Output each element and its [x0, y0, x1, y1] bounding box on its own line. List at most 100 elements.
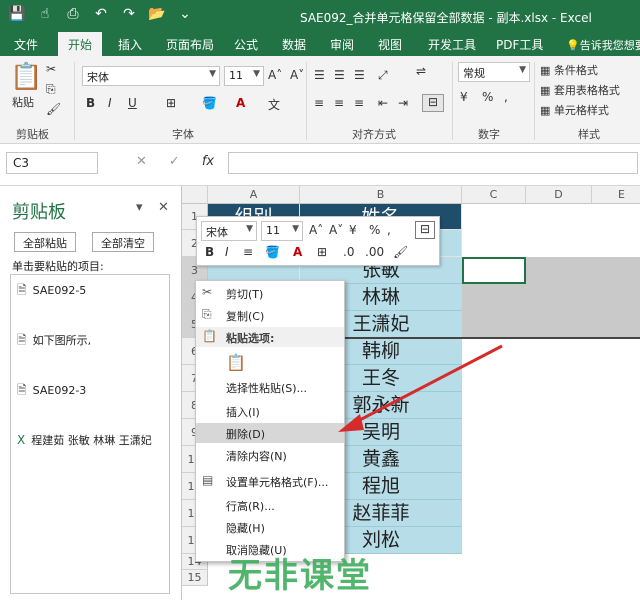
align-center-icon[interactable]: ≡	[243, 245, 253, 259]
fill-color-icon[interactable]: 🪣	[265, 245, 280, 259]
menu-item-hide[interactable]: 隐藏(H)	[196, 517, 344, 537]
format-painter-icon[interactable]: 🖌	[46, 102, 61, 116]
tab-developer[interactable]: 开发工具	[428, 36, 476, 53]
align-top-icon[interactable]: ☰	[314, 68, 325, 82]
align-center-icon[interactable]: ≡	[334, 96, 344, 110]
pane-options-icon[interactable]: ▾	[136, 200, 143, 215]
tab-view[interactable]: 视图	[378, 36, 402, 53]
tab-data[interactable]: 数据	[282, 36, 306, 53]
tab-page-layout[interactable]: 页面布局	[166, 36, 214, 53]
cell-styles-button[interactable]: ▦ 单元格样式	[540, 102, 609, 118]
tab-pdf-tools[interactable]: PDF工具	[496, 36, 543, 53]
currency-icon[interactable]: ¥	[460, 90, 468, 104]
menu-item-row-height[interactable]: 行高(R)...	[196, 495, 344, 515]
save-icon[interactable]: 💾	[8, 6, 26, 22]
tab-home[interactable]: 开始	[58, 32, 103, 56]
tell-me-search[interactable]: 💡告诉我您想要	[566, 37, 640, 53]
phonetic-icon[interactable]: 文	[268, 96, 280, 113]
align-bottom-icon[interactable]: ☰	[354, 68, 365, 82]
borders-icon[interactable]: ⊞	[317, 245, 327, 259]
increase-decimal-icon[interactable]: .0	[343, 245, 354, 259]
column-header-d[interactable]: D	[526, 186, 592, 204]
paste-option-text-only[interactable]: 📋	[196, 351, 344, 375]
conditional-formatting-button[interactable]: ▦ 条件格式	[540, 62, 598, 78]
row-header[interactable]: 15	[182, 570, 208, 586]
tab-insert[interactable]: 插入	[118, 36, 142, 53]
italic-button[interactable]: I	[225, 245, 229, 259]
orientation-icon[interactable]: ⤢	[378, 68, 388, 83]
open-icon[interactable]: 📂	[148, 6, 166, 22]
number-format-combo[interactable]: 常规 ▼	[458, 62, 530, 82]
column-header-b[interactable]: B	[300, 186, 462, 204]
touch-mode-icon[interactable]: ☝	[36, 6, 54, 22]
shrink-font-icon[interactable]: A˅	[290, 68, 304, 82]
cancel-icon[interactable]: ✕	[136, 154, 147, 169]
align-right-icon[interactable]: ≡	[354, 96, 364, 110]
menu-item-insert[interactable]: 插入(I)	[196, 401, 344, 421]
comma-icon[interactable]: ,	[387, 223, 391, 237]
underline-button[interactable]: U	[128, 96, 137, 110]
menu-item-paste-special[interactable]: 选择性粘贴(S)...	[196, 377, 344, 397]
menu-item-cut[interactable]: ✂ 剪切(T)	[196, 283, 344, 303]
format-as-table-button[interactable]: ▦ 套用表格格式	[540, 82, 620, 98]
merge-center-icon[interactable]: ⊟	[422, 94, 444, 112]
align-left-icon[interactable]: ≡	[314, 96, 324, 110]
tab-formulas[interactable]: 公式	[234, 36, 258, 53]
formula-input[interactable]	[228, 152, 638, 174]
shrink-font-icon[interactable]: A˅	[329, 223, 343, 237]
clipboard-item[interactable]: 🗎 SAE092-5	[17, 283, 167, 298]
decrease-indent-icon[interactable]: ⇤	[378, 96, 388, 110]
active-cell-c3[interactable]	[462, 257, 526, 284]
menu-item-format-cells[interactable]: ▤ 设置单元格格式(F)...	[196, 471, 344, 491]
bold-button[interactable]: B	[205, 245, 214, 259]
print-preview-icon[interactable]: ⎙	[64, 6, 82, 22]
clipboard-item[interactable]: X 程建茹 张敏 林琳 王潇妃	[17, 433, 167, 448]
font-name-combo[interactable]: 宋体 ▼	[82, 66, 220, 86]
menu-item-clear[interactable]: 清除内容(N)	[196, 445, 344, 465]
fill-color-icon[interactable]: 🪣	[202, 96, 217, 110]
clipboard-item[interactable]: 🗎 SAE092-3	[17, 383, 167, 398]
font-color-icon[interactable]: A	[293, 245, 302, 259]
column-header-e[interactable]: E	[592, 186, 640, 204]
column-header-c[interactable]: C	[462, 186, 526, 204]
clipboard-item[interactable]: 🗎 如下图所示,	[17, 333, 167, 348]
currency-icon[interactable]: ¥	[349, 223, 357, 237]
decrease-decimal-icon[interactable]: .00	[365, 245, 384, 259]
font-size-combo[interactable]: 11 ▼	[224, 66, 264, 86]
cut-icon[interactable]: ✂	[46, 62, 56, 76]
grow-font-icon[interactable]: A˄	[268, 68, 282, 82]
redo-icon[interactable]: ↷	[120, 6, 138, 22]
percent-icon[interactable]: %	[482, 90, 493, 104]
customize-qat-icon[interactable]: ⌄	[176, 6, 194, 22]
font-color-icon[interactable]: A	[236, 96, 245, 110]
tab-review[interactable]: 审阅	[330, 36, 354, 53]
tab-file[interactable]: 文件	[14, 36, 38, 53]
increase-indent-icon[interactable]: ⇥	[398, 96, 408, 110]
clear-all-button[interactable]: 全部清空	[92, 232, 154, 252]
undo-icon[interactable]: ↶	[92, 6, 110, 22]
wrap-text-icon[interactable]: ⇌	[416, 64, 426, 78]
bold-button[interactable]: B	[86, 96, 95, 110]
menu-item-delete[interactable]: 删除(D)	[196, 423, 344, 443]
menu-item-copy[interactable]: ⎘ 复制(C)	[196, 305, 344, 325]
mini-font-combo[interactable]: 宋体 ▼	[201, 221, 257, 241]
enter-icon[interactable]: ✓	[169, 154, 180, 169]
paste-button-label[interactable]: 粘贴	[12, 94, 34, 110]
align-middle-icon[interactable]: ☰	[334, 68, 345, 82]
paste-icon[interactable]: 📋	[10, 62, 42, 92]
comma-icon[interactable]: ,	[504, 90, 508, 104]
copy-icon[interactable]: ⎘	[46, 82, 56, 97]
paste-all-button[interactable]: 全部粘贴	[14, 232, 76, 252]
percent-icon[interactable]: %	[369, 223, 380, 237]
grow-font-icon[interactable]: A˄	[309, 223, 323, 237]
format-painter-icon[interactable]: 🖌	[393, 245, 408, 259]
borders-icon[interactable]: ⊞	[166, 96, 176, 110]
close-icon[interactable]: ✕	[158, 200, 169, 215]
insert-function-icon[interactable]: fx	[202, 154, 214, 169]
column-header-a[interactable]: A	[208, 186, 300, 204]
italic-button[interactable]: I	[108, 96, 112, 110]
merge-center-icon[interactable]: ⊟	[415, 221, 435, 239]
mini-size-combo[interactable]: 11 ▼	[261, 221, 303, 241]
name-box[interactable]: C3	[6, 152, 98, 174]
select-all-corner[interactable]	[182, 186, 208, 204]
